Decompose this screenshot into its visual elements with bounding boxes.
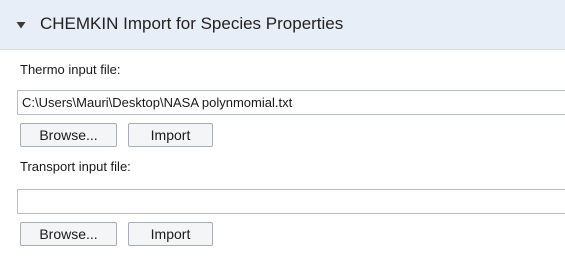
thermo-input-field[interactable] bbox=[17, 90, 565, 115]
transport-browse-button[interactable]: Browse... bbox=[20, 222, 117, 246]
thermo-browse-button[interactable]: Browse... bbox=[20, 123, 117, 147]
chevron-down-icon[interactable] bbox=[16, 20, 26, 30]
thermo-input-label: Thermo input file: bbox=[20, 62, 121, 77]
thermo-import-button[interactable]: Import bbox=[128, 123, 213, 147]
section-title: CHEMKIN Import for Species Properties bbox=[40, 14, 344, 33]
transport-input-label: Transport input file: bbox=[20, 159, 131, 174]
transport-input-field[interactable] bbox=[17, 189, 565, 214]
section-header[interactable]: CHEMKIN Import for Species Properties bbox=[0, 0, 565, 50]
transport-import-button[interactable]: Import bbox=[128, 222, 213, 246]
